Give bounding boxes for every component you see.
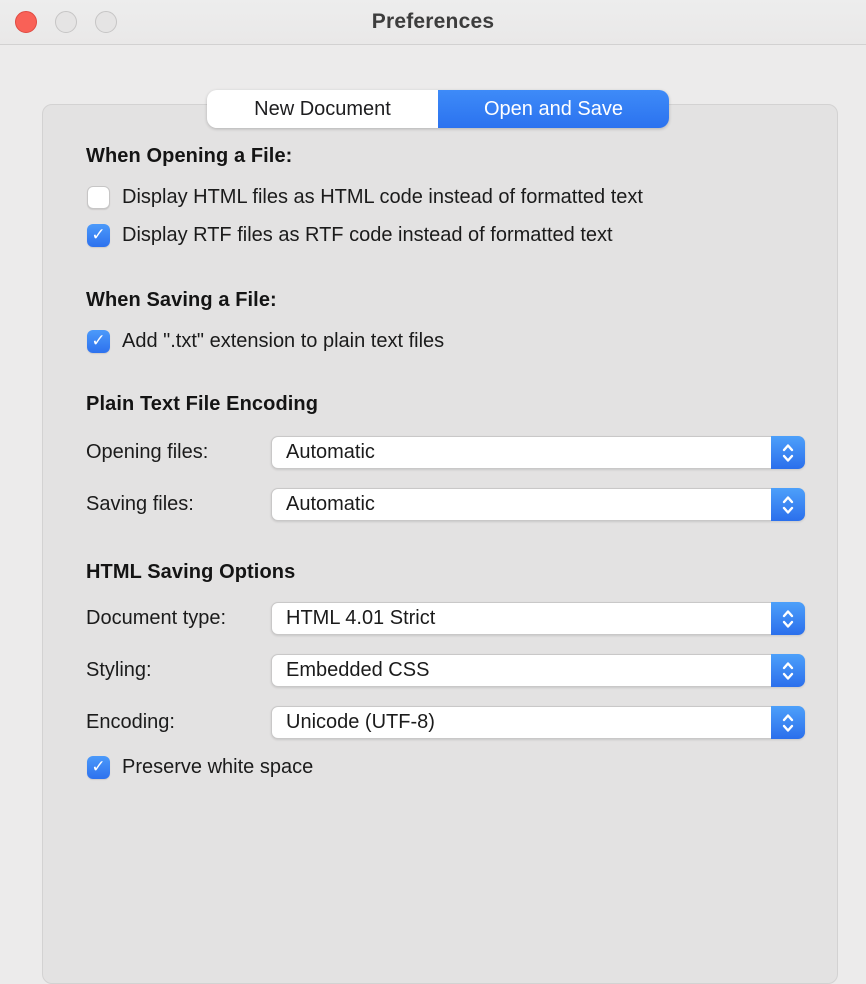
- preferences-tab-control: New Document Open and Save: [207, 90, 669, 128]
- checkbox-add-txt-extension-label: Add ".txt" extension to plain text files: [122, 330, 445, 352]
- popup-chevrons-icon: [771, 488, 805, 521]
- opening-files-label: Opening files:: [86, 441, 209, 463]
- checkbox-display-html[interactable]: ✓: [87, 186, 110, 209]
- document-type-popup[interactable]: HTML 4.01 Strict: [271, 602, 805, 635]
- document-type-label: Document type:: [86, 607, 227, 629]
- styling-popup-value: Embedded CSS: [286, 659, 430, 681]
- checkbox-add-txt-extension[interactable]: ✓: [87, 330, 110, 353]
- opening-files-popup[interactable]: Automatic: [271, 436, 805, 469]
- saving-files-popup-value: Automatic: [286, 493, 375, 515]
- document-type-popup-value: HTML 4.01 Strict: [286, 607, 436, 629]
- popup-chevrons-icon: [771, 706, 805, 739]
- tab-open-and-save[interactable]: Open and Save: [438, 90, 669, 128]
- tab-open-and-save-label: Open and Save: [484, 97, 623, 120]
- encoding-popup-value: Unicode (UTF-8): [286, 711, 435, 733]
- saving-files-popup[interactable]: Automatic: [271, 488, 805, 521]
- checkbox-row-display-html: ✓ Display HTML files as HTML code instea…: [87, 186, 643, 209]
- checkbox-row-display-rtf: ✓ Display RTF files as RTF code instead …: [87, 224, 613, 247]
- checkbox-display-html-label: Display HTML files as HTML code instead …: [122, 186, 643, 208]
- encoding-popup[interactable]: Unicode (UTF-8): [271, 706, 805, 739]
- checkmark-icon: ✓: [91, 331, 106, 350]
- popup-chevrons-icon: [771, 654, 805, 687]
- encoding-label: Encoding:: [86, 711, 175, 733]
- checkbox-row-preserve-white-space: ✓ Preserve white space: [87, 756, 313, 779]
- opening-files-popup-value: Automatic: [286, 441, 375, 463]
- popup-chevrons-icon: [771, 602, 805, 635]
- tab-new-document-label: New Document: [254, 97, 391, 120]
- section-heading-plain-text-encoding: Plain Text File Encoding: [86, 393, 319, 415]
- checkmark-icon: ✓: [91, 225, 106, 244]
- title-bar: Preferences: [0, 0, 866, 45]
- styling-popup[interactable]: Embedded CSS: [271, 654, 805, 687]
- checkbox-display-rtf[interactable]: ✓: [87, 224, 110, 247]
- section-heading-when-opening: When Opening a File:: [86, 145, 293, 167]
- checkmark-icon: ✓: [91, 757, 106, 776]
- window-title: Preferences: [371, 10, 495, 33]
- saving-files-label: Saving files:: [86, 493, 194, 515]
- checkbox-row-add-txt: ✓ Add ".txt" extension to plain text fil…: [87, 330, 444, 353]
- checkbox-preserve-white-space-label: Preserve white space: [122, 756, 314, 778]
- section-heading-when-saving: When Saving a File:: [86, 289, 277, 311]
- tab-new-document[interactable]: New Document: [207, 90, 438, 128]
- checkbox-display-rtf-label: Display RTF files as RTF code instead of…: [122, 224, 613, 246]
- checkbox-preserve-white-space[interactable]: ✓: [87, 756, 110, 779]
- popup-chevrons-icon: [771, 436, 805, 469]
- section-heading-html-saving: HTML Saving Options: [86, 561, 296, 583]
- styling-label: Styling:: [86, 659, 152, 681]
